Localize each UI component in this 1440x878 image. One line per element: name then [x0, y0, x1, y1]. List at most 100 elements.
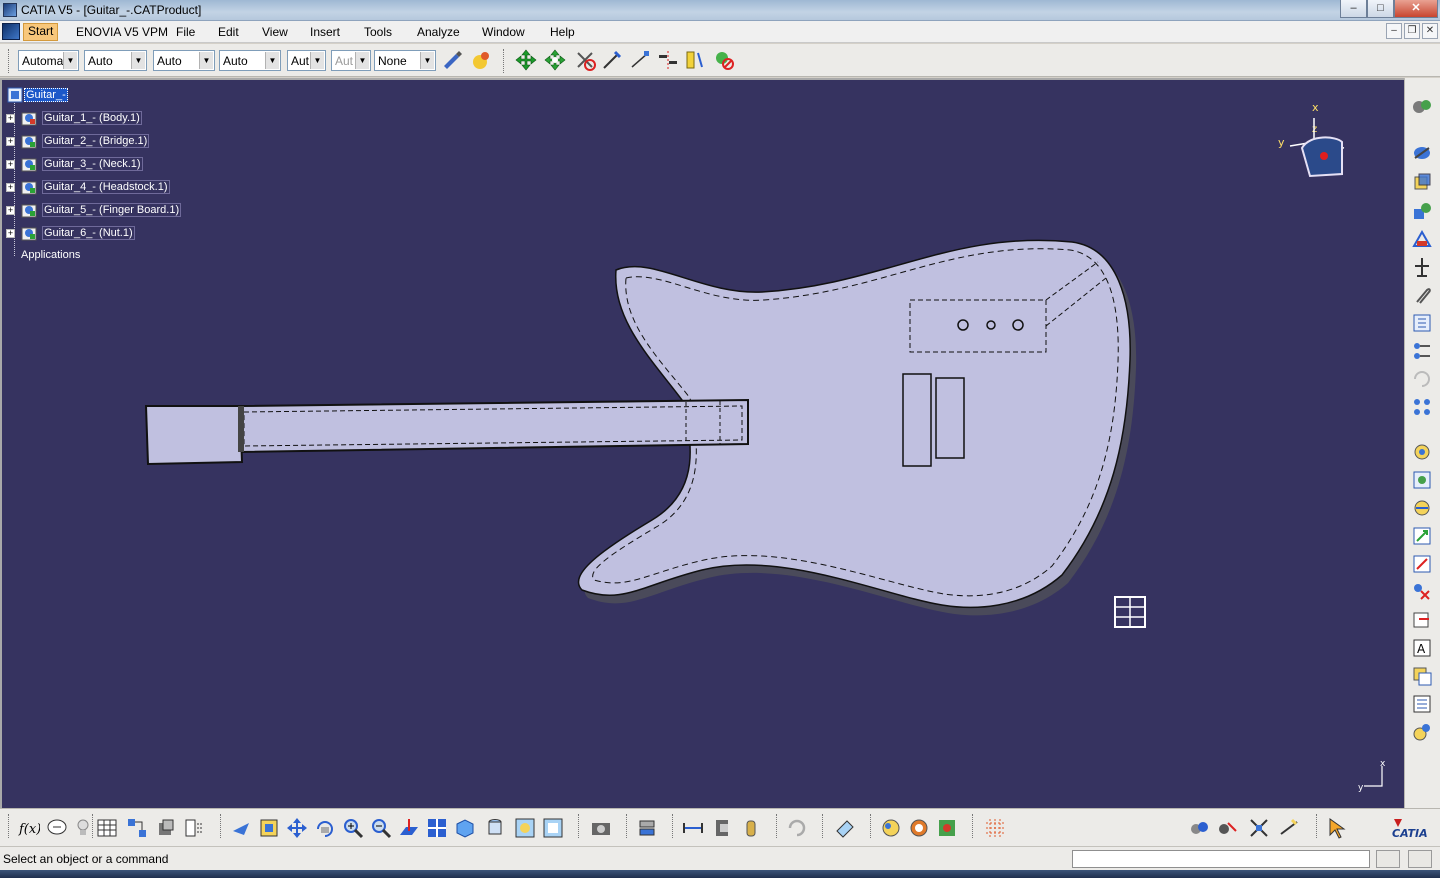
- toolbar-grip[interactable]: [870, 814, 874, 838]
- snap-icon[interactable]: [544, 49, 566, 71]
- measure-item-icon[interactable]: [712, 817, 734, 839]
- pan-icon[interactable]: [286, 817, 308, 839]
- guitar-neck[interactable]: [239, 398, 749, 454]
- pick-icon[interactable]: [601, 49, 623, 71]
- command-input[interactable]: [1072, 850, 1370, 868]
- catia-app-icon[interactable]: [3, 3, 17, 17]
- layer-combo[interactable]: Automa ▼: [18, 50, 79, 71]
- paint-icon[interactable]: [441, 49, 463, 71]
- menu-tools[interactable]: Tools: [364, 25, 392, 39]
- toolbar-grip[interactable]: [672, 814, 676, 838]
- product-structure-icon[interactable]: [126, 817, 148, 839]
- generate-numbering-icon[interactable]: [155, 817, 177, 839]
- doc-minimize-button[interactable]: –: [1386, 23, 1402, 39]
- light-bulb-icon[interactable]: [72, 817, 94, 839]
- flag-note-icon[interactable]: [1411, 665, 1433, 687]
- bill-of-material-icon[interactable]: [183, 817, 205, 839]
- measure-between-icon[interactable]: [682, 817, 704, 839]
- rendering-style-combo[interactable]: None ▼: [374, 50, 436, 71]
- status-options-button[interactable]: [1408, 850, 1432, 868]
- menu-start[interactable]: Start: [23, 23, 59, 41]
- toolbar-grip[interactable]: [8, 49, 12, 73]
- compass[interactable]: x y z: [1274, 100, 1352, 184]
- doc-close-button[interactable]: ✕: [1422, 23, 1438, 39]
- formula-icon[interactable]: f(x): [18, 817, 40, 839]
- chevron-down-icon[interactable]: ▼: [420, 52, 434, 69]
- track-icon[interactable]: [1216, 817, 1238, 839]
- iso-view-icon[interactable]: [454, 817, 476, 839]
- chevron-down-icon[interactable]: ▼: [63, 52, 77, 69]
- multi-view-icon[interactable]: [426, 817, 448, 839]
- move-icon[interactable]: [574, 49, 596, 71]
- maximize-button[interactable]: □: [1367, 0, 1394, 18]
- toolbar-grip[interactable]: [1316, 814, 1320, 838]
- menu-edit[interactable]: Edit: [218, 25, 239, 39]
- fix-component-icon[interactable]: [1411, 553, 1433, 575]
- quick-constraint-icon[interactable]: [1411, 609, 1433, 631]
- graph-tree-reordering-icon[interactable]: [1411, 312, 1433, 334]
- toolbar-grip[interactable]: [776, 814, 780, 838]
- chevron-down-icon[interactable]: ▼: [265, 52, 279, 69]
- catia-start-logo-icon[interactable]: [2, 23, 20, 40]
- toolbar-grip[interactable]: [8, 814, 12, 838]
- clash-detection-icon[interactable]: [1248, 817, 1270, 839]
- catalog-browser-icon[interactable]: [1411, 693, 1433, 715]
- text-annotation-icon[interactable]: A: [1411, 637, 1433, 659]
- capture-camera-icon[interactable]: [590, 817, 612, 839]
- render-icon[interactable]: [908, 817, 930, 839]
- toolbar-grip[interactable]: [972, 814, 976, 838]
- zoom-out-icon[interactable]: [370, 817, 392, 839]
- replace-component-icon[interactable]: [1411, 256, 1433, 278]
- new-part-icon[interactable]: [1411, 200, 1433, 222]
- chevron-down-icon[interactable]: ▼: [310, 52, 324, 69]
- transparency-combo[interactable]: Auto ▼: [153, 50, 215, 71]
- knowledge-icon[interactable]: [46, 817, 68, 839]
- guitar-model[interactable]: [2, 80, 1404, 808]
- measure-inertia-icon[interactable]: [740, 817, 762, 839]
- chevron-down-icon[interactable]: ▼: [131, 52, 145, 69]
- contact-constraint-icon[interactable]: [1411, 469, 1433, 491]
- scenes-icon[interactable]: [1411, 721, 1433, 743]
- offset-constraint-icon[interactable]: [1411, 497, 1433, 519]
- simulation-icon[interactable]: [1188, 817, 1210, 839]
- align-icon[interactable]: [657, 49, 679, 71]
- toolbar-grip[interactable]: [503, 49, 507, 73]
- menu-help[interactable]: Help: [550, 25, 575, 39]
- hide-show-icon[interactable]: [514, 817, 536, 839]
- line-type-combo[interactable]: Aut ▼: [287, 50, 326, 71]
- toolbar-grip[interactable]: [626, 814, 630, 838]
- workbench-icon[interactable]: [1411, 96, 1433, 118]
- fly-mode-icon[interactable]: [230, 817, 252, 839]
- angle-constraint-icon[interactable]: [1411, 525, 1433, 547]
- constraint-icon[interactable]: [1411, 340, 1433, 362]
- menu-insert[interactable]: Insert: [310, 25, 340, 39]
- coincidence-constraint-icon[interactable]: [1411, 441, 1433, 463]
- 3d-viewport[interactable]: Guitar_- + Guitar_1_- (Body.1) + Guitar_…: [0, 78, 1404, 808]
- normal-view-icon[interactable]: [398, 817, 420, 839]
- menu-file[interactable]: File: [176, 25, 195, 39]
- menu-enovia[interactable]: ENOVIA V5 VPM: [76, 25, 168, 39]
- status-toggle-button[interactable]: [1376, 850, 1400, 868]
- paperclip-icon[interactable]: [1411, 284, 1433, 306]
- existing-component-icon[interactable]: [1411, 228, 1433, 250]
- guitar-nut[interactable]: [238, 406, 244, 452]
- clash-icon[interactable]: [713, 49, 735, 71]
- grid-icon[interactable]: [1112, 594, 1148, 630]
- color-combo[interactable]: Auto ▼: [84, 50, 147, 71]
- toolbar-grip[interactable]: [578, 814, 582, 838]
- explode-icon[interactable]: [636, 817, 658, 839]
- manipulate-icon[interactable]: [515, 49, 537, 71]
- scene-icon[interactable]: [936, 817, 958, 839]
- swap-visible-space-icon[interactable]: [542, 817, 564, 839]
- select-arrow-icon[interactable]: [1326, 817, 1348, 839]
- multi-instantiation-icon[interactable]: [1411, 396, 1433, 418]
- toolbar-grip[interactable]: [822, 814, 826, 838]
- guitar-headstock[interactable]: [144, 405, 244, 466]
- doc-restore-button[interactable]: ❐: [1404, 23, 1420, 39]
- fit-all-in-icon[interactable]: [258, 817, 280, 839]
- sectioning-icon[interactable]: [1278, 817, 1300, 839]
- line-weight-combo[interactable]: Auto ▼: [219, 50, 281, 71]
- close-button[interactable]: ✕: [1394, 0, 1438, 18]
- rotate-icon[interactable]: [314, 817, 336, 839]
- apply-material-icon[interactable]: [880, 817, 902, 839]
